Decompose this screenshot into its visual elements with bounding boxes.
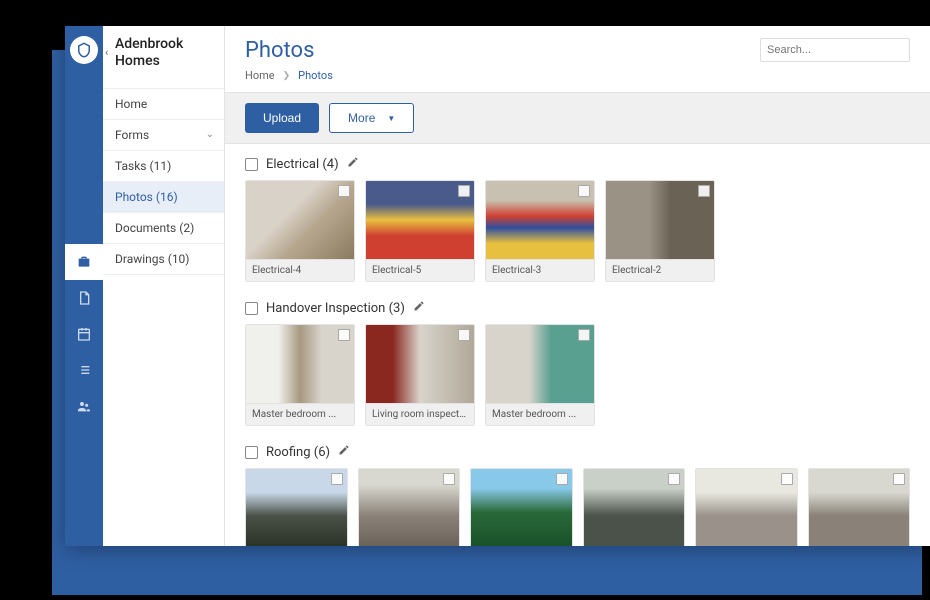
chevron-right-icon: ❯ bbox=[283, 71, 291, 81]
photo-thumb bbox=[246, 325, 354, 403]
photo-thumb bbox=[359, 469, 460, 546]
chevron-down-icon: ⌄ bbox=[206, 129, 214, 140]
photo-caption: Living room inspection bbox=[366, 403, 474, 425]
photo-thumb bbox=[606, 181, 714, 259]
photo-checkbox[interactable] bbox=[443, 473, 455, 485]
nav-forms[interactable]: Forms⌄ bbox=[103, 120, 224, 151]
sidebar: ‹ Adenbrook Homes Home Forms⌄ Tasks (11)… bbox=[103, 26, 225, 546]
photo-caption: Electrical-5 bbox=[366, 259, 474, 281]
photo-card[interactable]: Roof waterproofing-4 bbox=[245, 468, 348, 546]
photo-checkbox[interactable] bbox=[338, 185, 350, 197]
photo-thumb bbox=[366, 325, 474, 403]
nav-tasks[interactable]: Tasks (11) bbox=[103, 151, 224, 182]
photo-thumb bbox=[696, 469, 797, 546]
photo-checkbox[interactable] bbox=[338, 329, 350, 341]
photo-card[interactable]: Roof waterproofing-2 bbox=[695, 468, 798, 546]
photo-grid-handover: Master bedroom ... Living room inspectio… bbox=[245, 324, 910, 426]
photo-card[interactable]: Electrical-3 bbox=[485, 180, 595, 282]
photo-checkbox[interactable] bbox=[781, 473, 793, 485]
photo-card[interactable]: Master bedroom ... bbox=[245, 324, 355, 426]
photo-checkbox[interactable] bbox=[893, 473, 905, 485]
photo-card[interactable]: Electrical-2 bbox=[605, 180, 715, 282]
nav-home[interactable]: Home bbox=[103, 88, 224, 120]
photo-card[interactable]: Roof waterproofing-3 bbox=[808, 468, 911, 546]
photo-thumb bbox=[486, 181, 594, 259]
photo-thumb bbox=[366, 181, 474, 259]
photo-checkbox[interactable] bbox=[331, 473, 343, 485]
icon-rail bbox=[65, 26, 103, 546]
rail-document-icon[interactable] bbox=[65, 280, 103, 316]
main-area: Photos Home ❯ Photos Upload More ▼ bbox=[225, 26, 930, 546]
edit-icon[interactable] bbox=[413, 300, 425, 316]
photo-caption: Electrical-2 bbox=[606, 259, 714, 281]
photo-thumb bbox=[246, 181, 354, 259]
app-window: ‹ Adenbrook Homes Home Forms⌄ Tasks (11)… bbox=[65, 26, 930, 546]
photo-card[interactable]: Master bedroom ... bbox=[485, 324, 595, 426]
section-checkbox[interactable] bbox=[245, 302, 258, 315]
nav-list: Home Forms⌄ Tasks (11) Photos (16) Docum… bbox=[103, 88, 224, 275]
photo-caption: Master bedroom ... bbox=[246, 403, 354, 425]
section-checkbox[interactable] bbox=[245, 446, 258, 459]
photo-card[interactable]: Electrical-4 bbox=[245, 180, 355, 282]
rail-list-icon[interactable] bbox=[65, 352, 103, 388]
photo-checkbox[interactable] bbox=[458, 329, 470, 341]
photo-checkbox[interactable] bbox=[578, 185, 590, 197]
breadcrumb: Home ❯ Photos bbox=[225, 69, 930, 92]
section-title: Roofing (6) bbox=[266, 445, 330, 460]
nav-photos[interactable]: Photos (16) bbox=[103, 182, 224, 213]
photo-caption: Electrical-3 bbox=[486, 259, 594, 281]
nav-documents[interactable]: Documents (2) bbox=[103, 213, 224, 244]
photo-thumb bbox=[246, 469, 347, 546]
nav-drawings[interactable]: Drawings (10) bbox=[103, 244, 224, 275]
photo-card[interactable]: Roof-Water proofing-1 bbox=[358, 468, 461, 546]
search-input[interactable] bbox=[767, 44, 909, 56]
action-bar: Upload More ▼ bbox=[225, 92, 930, 144]
page-title: Photos bbox=[245, 38, 314, 63]
back-chevron-icon[interactable]: ‹ bbox=[105, 46, 108, 59]
crumb-current: Photos bbox=[298, 69, 333, 82]
edit-icon[interactable] bbox=[338, 444, 350, 460]
photo-checkbox[interactable] bbox=[458, 185, 470, 197]
photo-checkbox[interactable] bbox=[556, 473, 568, 485]
section-title: Electrical (4) bbox=[266, 157, 339, 172]
section-checkbox[interactable] bbox=[245, 158, 258, 171]
section-header-handover: Handover Inspection (3) bbox=[245, 300, 910, 316]
search-box[interactable] bbox=[760, 38, 910, 62]
section-header-electrical: Electrical (4) bbox=[245, 156, 910, 172]
photo-card[interactable]: Roof waterproofing-5 bbox=[583, 468, 686, 546]
photo-card[interactable]: Electrical-5 bbox=[365, 180, 475, 282]
photo-thumb bbox=[584, 469, 685, 546]
photo-thumb bbox=[471, 469, 572, 546]
photo-grid-electrical: Electrical-4 Electrical-5 Electrical-3 E… bbox=[245, 180, 910, 282]
photo-caption: Master bedroom ... bbox=[486, 403, 594, 425]
photo-checkbox[interactable] bbox=[698, 185, 710, 197]
org-header[interactable]: ‹ Adenbrook Homes bbox=[103, 36, 224, 80]
org-name: Adenbrook Homes bbox=[115, 36, 214, 70]
more-button[interactable]: More ▼ bbox=[329, 103, 414, 133]
rail-calendar-icon[interactable] bbox=[65, 316, 103, 352]
photo-caption: Electrical-4 bbox=[246, 259, 354, 281]
upload-button[interactable]: Upload bbox=[245, 103, 319, 133]
topbar: Photos bbox=[225, 26, 930, 69]
logo-icon bbox=[75, 41, 93, 59]
photo-thumb bbox=[809, 469, 910, 546]
photo-checkbox[interactable] bbox=[578, 329, 590, 341]
app-logo[interactable] bbox=[70, 36, 98, 64]
crumb-home[interactable]: Home bbox=[245, 69, 275, 82]
photo-grid-roofing: Roof waterproofing-4 Roof-Water proofing… bbox=[245, 468, 910, 546]
content-scroll[interactable]: Electrical (4) Electrical-4 Electrical-5… bbox=[225, 144, 930, 546]
rail-people-icon[interactable] bbox=[65, 388, 103, 424]
photo-thumb bbox=[486, 325, 594, 403]
section-title: Handover Inspection (3) bbox=[266, 301, 405, 316]
section-header-roofing: Roofing (6) bbox=[245, 444, 910, 460]
photo-checkbox[interactable] bbox=[668, 473, 680, 485]
rail-briefcase-icon[interactable] bbox=[65, 244, 103, 280]
dropdown-icon: ▼ bbox=[387, 114, 395, 123]
edit-icon[interactable] bbox=[347, 156, 359, 172]
photo-card[interactable]: Living room inspection bbox=[365, 324, 475, 426]
photo-card[interactable]: Roof waterproofing-6 bbox=[470, 468, 573, 546]
